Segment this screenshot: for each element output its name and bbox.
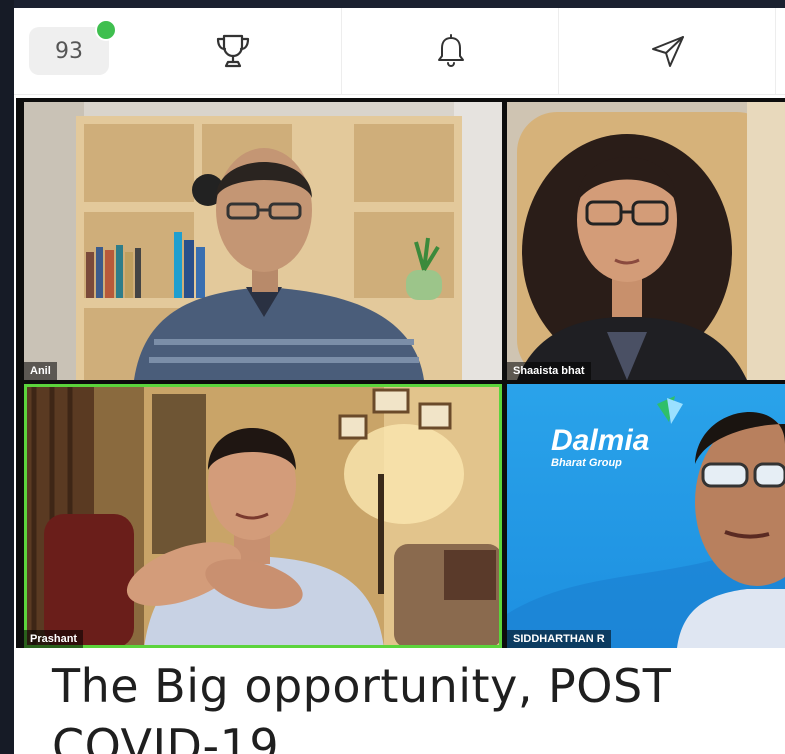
toolbar: 93 [14,8,785,95]
attendee-count-cell: 93 [14,8,124,94]
send-message-button[interactable] [558,8,776,94]
participant-video [507,102,785,380]
participant-name-tag: SIDDHARTHAN R [507,630,611,648]
participant-video [24,102,502,380]
participant-video [24,384,502,648]
video-tile-anil[interactable]: Anil [24,102,502,380]
video-tile-prashant[interactable]: Prashant [24,384,502,648]
video-grid: Anil Shaaista bhat Prashant Dalmia Bhara… [16,98,785,648]
webinar-app: 93 Anil Shaaista bhat Prashant Dalmia Bh… [14,8,785,754]
bell-icon [437,34,464,67]
window-top-edge [0,0,785,8]
leaderboard-button[interactable] [124,8,341,94]
participant-name-tag: Prashant [24,630,84,648]
dalmia-logo-text: Dalmia [551,424,650,457]
trophy-icon [216,34,249,68]
session-title: The Big opportunity, POST COVID-19 [52,659,672,754]
window-left-edge [0,0,14,754]
online-indicator [95,19,117,41]
video-tile-siddharthan[interactable]: Dalmia Bharat Group SIDDHARTHAN R [507,384,785,648]
participant-name-tag: Anil [24,362,57,380]
session-title-area: The Big opportunity, POST COVID-19 [14,648,785,754]
video-tile-shaaista[interactable]: Shaaista bhat [507,102,785,380]
send-icon [651,36,684,67]
dalmia-logo-subtext: Bharat Group [551,457,622,469]
participant-name-tag: Shaaista bhat [507,362,591,380]
attendee-count: 93 [55,38,83,64]
dalmia-logo: Dalmia Bharat Group [551,426,649,470]
attendee-count-badge[interactable]: 93 [29,19,117,75]
toolbar-overflow-cell [775,8,785,94]
notifications-button[interactable] [341,8,559,94]
